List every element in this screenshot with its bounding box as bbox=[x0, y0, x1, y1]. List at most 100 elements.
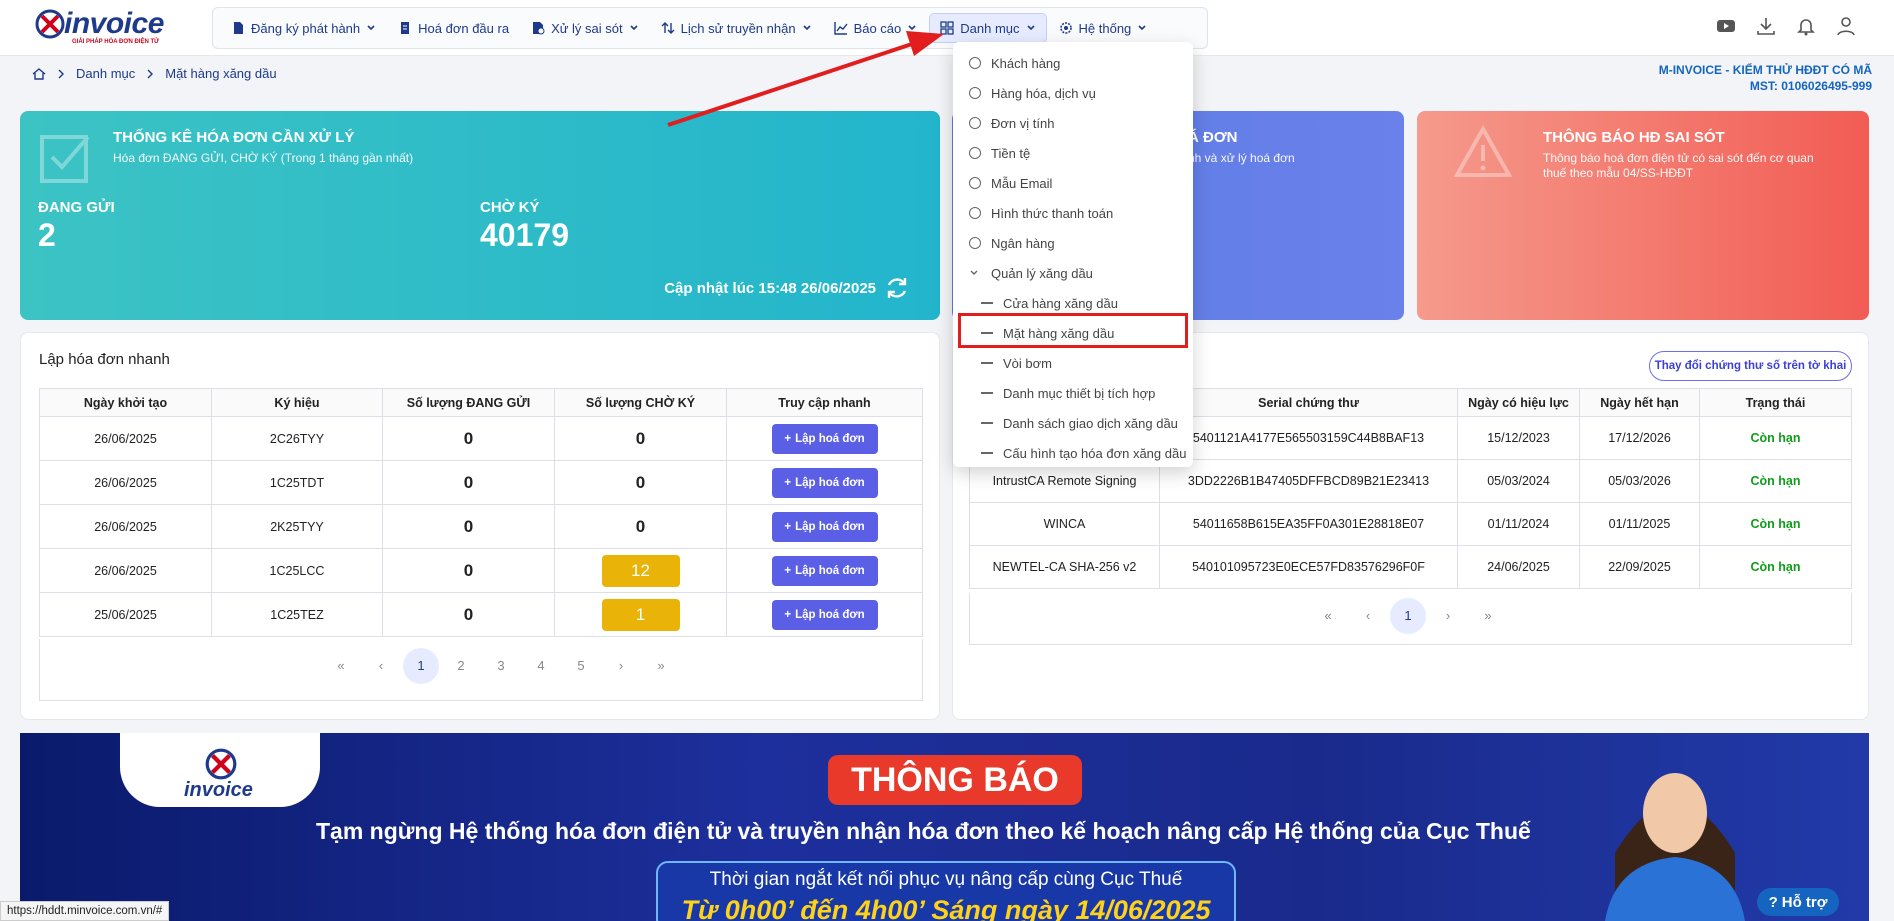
pending-badge[interactable]: 12 bbox=[601, 554, 680, 587]
menu-item-voi-bom[interactable]: Vòi bơm bbox=[953, 348, 1193, 378]
plus-icon: + bbox=[784, 520, 792, 533]
cell-action: + Lập hoá đơn bbox=[726, 592, 923, 637]
file-register-icon bbox=[234, 22, 243, 34]
menu-item-khach-hang[interactable]: Khách hàng bbox=[953, 48, 1193, 78]
nav-label: Báo cáo bbox=[853, 20, 902, 36]
question-icon: ? bbox=[1768, 893, 1778, 911]
logo[interactable]: invoice GIẢI PHÁP HÓA ĐƠN ĐIỆN TỬ bbox=[34, 8, 174, 48]
pending-value[interactable]: 40179 bbox=[480, 217, 569, 254]
circle-icon bbox=[969, 117, 981, 129]
cell-sending: 0 bbox=[382, 460, 555, 505]
cell-serial: 54011658B615EA35FF0A301E28818E07 bbox=[1159, 502, 1458, 546]
page-last[interactable]: » bbox=[643, 648, 679, 684]
chart-icon bbox=[833, 22, 848, 35]
dash-icon bbox=[981, 452, 993, 454]
dash-icon bbox=[981, 302, 993, 304]
nav-dang-ky-phat-hanh[interactable]: Đăng ký phát hành bbox=[221, 13, 386, 43]
page-5[interactable]: 5 bbox=[563, 648, 599, 684]
menu-label: Mẫu Email bbox=[991, 175, 1053, 191]
create-invoice-button[interactable]: + Lập hoá đơn bbox=[771, 511, 878, 542]
nav-label: Danh mục bbox=[960, 20, 1020, 36]
menu-item-hang-hoa[interactable]: Hàng hóa, dịch vụ bbox=[953, 78, 1193, 108]
chevron-down-icon bbox=[630, 25, 638, 31]
menu-item-don-vi-tinh[interactable]: Đơn vị tính bbox=[953, 108, 1193, 138]
nav-bao-cao[interactable]: Báo cáo bbox=[824, 13, 928, 43]
sending-value[interactable]: 2 bbox=[38, 217, 56, 254]
cell-date: 25/06/2025 bbox=[39, 592, 212, 637]
menu-group-quan-ly-xang-dau[interactable]: Quản lý xăng dầu bbox=[953, 258, 1193, 288]
page-last[interactable]: » bbox=[1470, 598, 1506, 634]
company-name: M-INVOICE - KIỂM THỬ HĐĐT CÓ MÃ bbox=[1658, 63, 1872, 77]
cell-serial: 3DD2226B1B47405DFFBCD89B21E23413 bbox=[1159, 459, 1458, 503]
page-next[interactable]: › bbox=[1430, 598, 1466, 634]
page-2[interactable]: 2 bbox=[443, 648, 479, 684]
menu-label: Cấu hình tạo hóa đơn xăng dầu bbox=[1003, 445, 1187, 461]
dash-icon bbox=[981, 392, 993, 394]
bell-icon[interactable] bbox=[1796, 16, 1816, 36]
create-invoice-button[interactable]: + Lập hoá đơn bbox=[771, 467, 878, 498]
menu-item-tien-te[interactable]: Tiền tệ bbox=[953, 138, 1193, 168]
page-1[interactable]: 1 bbox=[403, 648, 439, 684]
chevron-down-icon bbox=[802, 25, 811, 31]
nav-label: Đăng ký phát hành bbox=[251, 20, 361, 36]
cell-status: Còn hạn bbox=[1699, 502, 1852, 546]
plus-icon: + bbox=[784, 564, 792, 577]
download-icon[interactable] bbox=[1756, 16, 1776, 36]
banner-logo: invoice bbox=[120, 733, 320, 807]
page-first[interactable]: « bbox=[1310, 598, 1346, 634]
table-row: 26/06/2025 2K25TYY 0 0 + Lập hoá đơn bbox=[39, 504, 923, 549]
chevron-right-icon bbox=[58, 69, 64, 78]
create-invoice-button[interactable]: + Lập hoá đơn bbox=[771, 599, 878, 630]
announcement-banner[interactable]: invoice THÔNG BÁO Tạm ngừng Hệ thống hóa… bbox=[20, 733, 1869, 921]
pending-badge[interactable]: 1 bbox=[601, 598, 680, 631]
cell-code: 1C25TDT bbox=[211, 460, 383, 505]
cell-action: + Lập hoá đơn bbox=[726, 504, 923, 549]
nav-hoa-don-dau-ra[interactable]: Hoá đơn đầu ra bbox=[388, 13, 519, 43]
cell-action: + Lập hoá đơn bbox=[726, 416, 923, 461]
change-certificate-button[interactable]: Thay đổi chứng thư số trên tờ khai bbox=[1649, 351, 1852, 381]
youtube-icon[interactable] bbox=[1716, 16, 1736, 36]
menu-item-thiet-bi-tich-hop[interactable]: Danh mục thiết bị tích hợp bbox=[953, 378, 1193, 408]
button-label: Lập hoá đơn bbox=[795, 564, 865, 577]
cell-code: 1C25TEZ bbox=[211, 592, 383, 637]
create-invoice-button[interactable]: + Lập hoá đơn bbox=[771, 423, 878, 454]
create-invoice-button[interactable]: + Lập hoá đơn bbox=[771, 555, 878, 586]
menu-item-ngan-hang[interactable]: Ngân hàng bbox=[953, 228, 1193, 258]
page-4[interactable]: 4 bbox=[523, 648, 559, 684]
dash-icon bbox=[981, 422, 993, 424]
page-prev[interactable]: ‹ bbox=[363, 648, 399, 684]
cell-sending: 0 bbox=[382, 416, 555, 461]
menu-item-giao-dich-xang-dau[interactable]: Danh sách giao dịch xăng dầu bbox=[953, 408, 1193, 438]
menu-item-mau-email[interactable]: Mẫu Email bbox=[953, 168, 1193, 198]
pagination: « ‹ 1 2 3 4 5 › » bbox=[323, 648, 679, 684]
pagination: « ‹ 1 › » bbox=[1310, 598, 1506, 634]
gear-icon bbox=[1059, 22, 1072, 34]
nav-xu-ly-sai-sot[interactable]: Xử lý sai sót bbox=[521, 13, 649, 43]
column-header: Serial chứng thư bbox=[1159, 388, 1458, 417]
button-label: Lập hoá đơn bbox=[795, 608, 865, 621]
menu-item-hinh-thuc-thanh-toan[interactable]: Hình thức thanh toán bbox=[953, 198, 1193, 228]
home-icon[interactable] bbox=[32, 67, 46, 81]
refresh-icon[interactable] bbox=[884, 275, 910, 301]
nav-lich-su-truyen-nhan[interactable]: Lịch sử truyền nhận bbox=[651, 13, 822, 43]
menu-label: Tiền tệ bbox=[991, 145, 1031, 161]
table-row: 26/06/2025 1C25LCC 0 12 + Lập hoá đơn bbox=[39, 548, 923, 593]
page-next[interactable]: › bbox=[603, 648, 639, 684]
banner-logo-text: invoice bbox=[184, 779, 253, 801]
error-notice-card[interactable]: THÔNG BÁO HĐ SAI SÓT Thông báo hoá đơn đ… bbox=[1417, 111, 1869, 320]
page-first[interactable]: « bbox=[323, 648, 359, 684]
cell-provider: WINCA bbox=[969, 502, 1160, 546]
nav-danh-muc[interactable]: Danh mục bbox=[929, 13, 1047, 43]
invoice-card-title: Á ĐƠN bbox=[1188, 129, 1238, 146]
menu-item-cau-hinh-hoa-don[interactable]: Cấu hình tạo hóa đơn xăng dầu bbox=[953, 438, 1193, 468]
page-prev[interactable]: ‹ bbox=[1350, 598, 1386, 634]
page-1[interactable]: 1 bbox=[1390, 598, 1426, 634]
grid-icon bbox=[940, 21, 954, 35]
circle-icon bbox=[969, 57, 981, 69]
chevron-down-icon bbox=[1138, 25, 1146, 31]
user-icon[interactable] bbox=[1836, 16, 1856, 36]
nav-he-thong[interactable]: Hệ thống bbox=[1049, 13, 1158, 43]
page-3[interactable]: 3 bbox=[483, 648, 519, 684]
breadcrumb-item[interactable]: Danh mục bbox=[76, 66, 135, 81]
help-button[interactable]: ? Hỗ trợ bbox=[1757, 888, 1839, 916]
